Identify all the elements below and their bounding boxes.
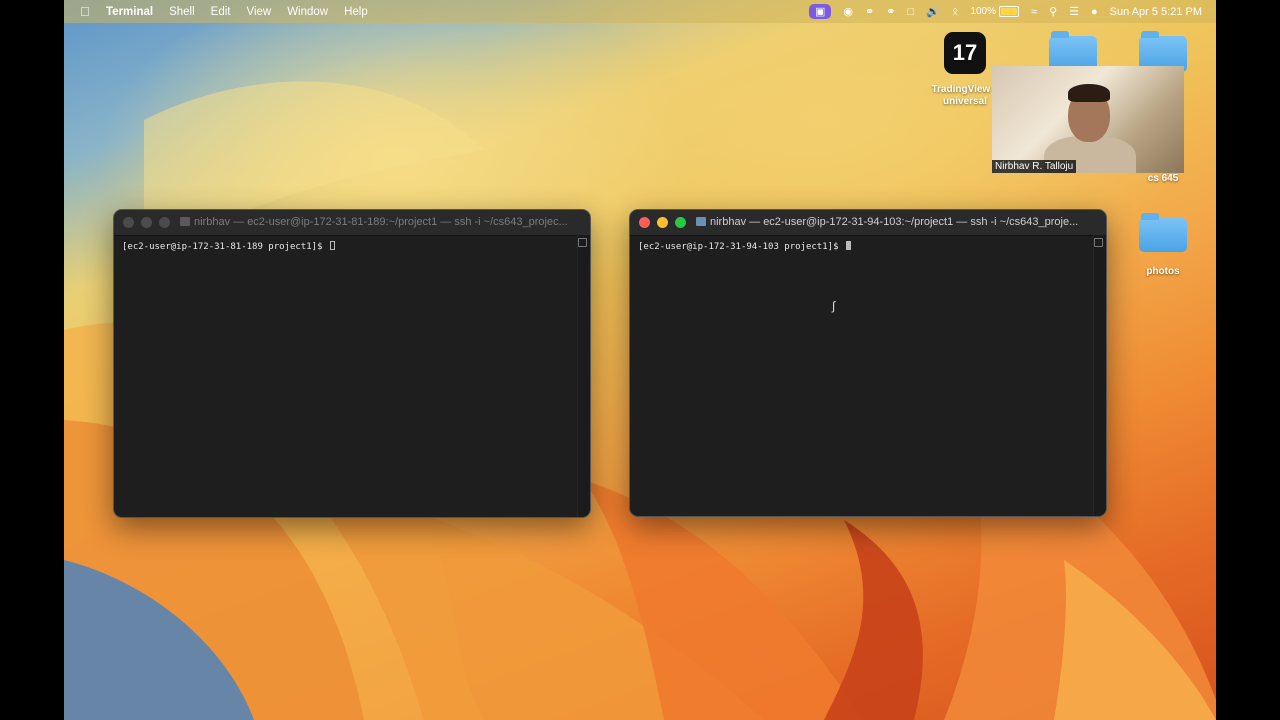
window-titlebar[interactable]: nirbhav — ec2-user@ip-172-31-81-189:~/pr… — [114, 210, 590, 236]
siri-icon[interactable]: ● — [1091, 6, 1098, 18]
shell-prompt: [ec2-user@ip-172-31-81-189 project1]$ — [122, 242, 328, 252]
search-icon[interactable]: ⚲ — [1049, 5, 1057, 18]
tradingview-app-icon: 17 — [944, 32, 986, 74]
scroll-marker-icon — [1094, 238, 1103, 247]
terminal-output[interactable]: [ec2-user@ip-172-31-81-189 project1]$ — [122, 241, 576, 252]
menubar-clock[interactable]: Sun Apr 5 5:21 PM — [1110, 6, 1202, 18]
zoom-button[interactable] — [675, 217, 686, 228]
ibeam-cursor-icon: ∫ — [832, 299, 836, 313]
traffic-lights — [639, 217, 686, 228]
window-title: nirbhav — ec2-user@ip-172-31-94-103:~/pr… — [710, 216, 1079, 228]
battery-indicator[interactable]: 100% — [970, 6, 1020, 17]
window-icon[interactable]: □ — [907, 6, 914, 18]
traffic-lights — [123, 217, 170, 228]
zoom-status-icon[interactable]: ◉ — [843, 5, 853, 18]
minimize-button[interactable] — [657, 217, 668, 228]
terminal-output[interactable]: [ec2-user@ip-172-31-94-103 project1]$ — [638, 241, 1092, 252]
bluetooth-icon[interactable]: ᛟ — [952, 6, 959, 18]
menu-view[interactable]: View — [246, 6, 271, 18]
scrollbar[interactable] — [1093, 235, 1106, 516]
desktop-icon-label: cs 645 — [1147, 173, 1179, 184]
scrollbar[interactable] — [577, 235, 590, 517]
shell-prompt: [ec2-user@ip-172-31-94-103 project1]$ — [638, 242, 844, 252]
webcam-name-label: Nirbhav R. Talloju — [992, 160, 1077, 173]
terminal-window-2[interactable]: nirbhav — ec2-user@ip-172-31-94-103:~/pr… — [629, 209, 1107, 517]
text-cursor — [845, 241, 851, 250]
volume-icon[interactable]: 🔊 — [926, 5, 940, 18]
menu-bar:  Terminal Shell Edit View Window Help ▣… — [64, 0, 1216, 23]
close-button[interactable] — [123, 217, 134, 228]
text-cursor — [329, 241, 335, 250]
screen-share-icon[interactable]: ▣ — [809, 4, 832, 19]
close-button[interactable] — [639, 217, 650, 228]
desktop-icon-label: photos — [1146, 266, 1180, 277]
folder-icon — [1139, 213, 1187, 252]
chain-icon[interactable]: ⚭ — [886, 5, 895, 18]
webcam-person-hair — [1068, 84, 1110, 102]
menu-window[interactable]: Window — [287, 6, 328, 18]
window-title: nirbhav — ec2-user@ip-172-31-81-189:~/pr… — [194, 216, 568, 228]
wifi-icon[interactable]: ≈ — [1031, 6, 1037, 18]
webcam-overlay: Nirbhav R. Talloju — [992, 66, 1184, 173]
menu-help[interactable]: Help — [344, 6, 368, 18]
minimize-button[interactable] — [141, 217, 152, 228]
terminal-doc-icon — [696, 217, 706, 226]
menu-edit[interactable]: Edit — [211, 6, 231, 18]
terminal-window-1[interactable]: nirbhav — ec2-user@ip-172-31-81-189:~/pr… — [113, 209, 591, 518]
battery-percent: 100% — [970, 6, 997, 17]
menu-shell[interactable]: Shell — [169, 6, 195, 18]
desktop:  Terminal Shell Edit View Window Help ▣… — [64, 0, 1216, 720]
menu-app-name[interactable]: Terminal — [106, 6, 153, 18]
desktop-folder-photos[interactable]: photos — [1128, 213, 1198, 277]
control-center-icon[interactable]: ☰ — [1069, 5, 1079, 18]
apple-menu-icon[interactable]:  — [80, 4, 94, 19]
window-titlebar[interactable]: nirbhav — ec2-user@ip-172-31-94-103:~/pr… — [630, 210, 1106, 236]
battery-icon — [999, 6, 1020, 17]
zoom-button[interactable] — [159, 217, 170, 228]
scroll-marker-icon — [578, 238, 587, 247]
link-icon[interactable]: ⚭ — [865, 5, 874, 18]
desktop-folder-cs645[interactable]: cs 645 — [1128, 173, 1198, 184]
terminal-doc-icon — [180, 217, 190, 226]
